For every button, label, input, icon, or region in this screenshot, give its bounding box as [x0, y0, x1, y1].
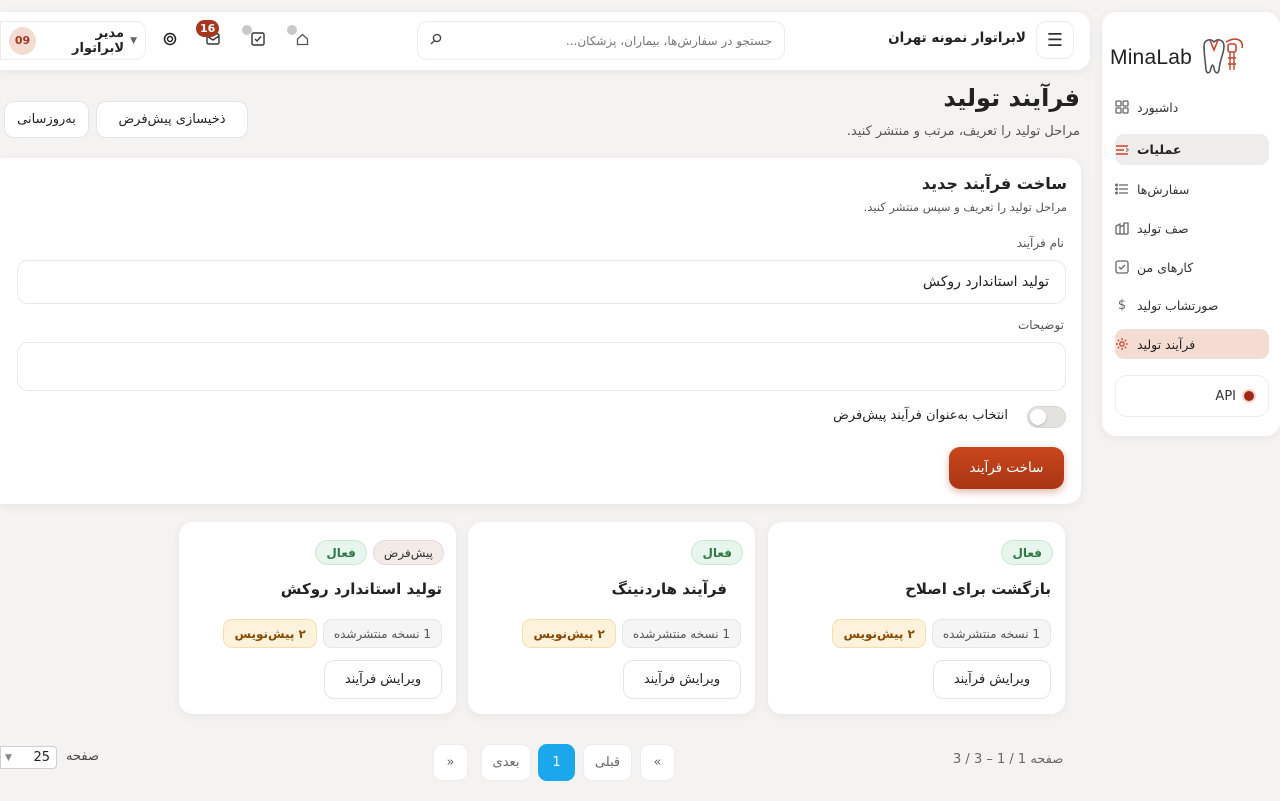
draft-count: ۲ پیش‌نویس [832, 619, 926, 648]
search-icon [430, 33, 442, 48]
target-icon[interactable] [162, 31, 178, 47]
badge-group: پیش‌فرض فعال [315, 540, 444, 565]
published-count: 1 نسخه منتشرشده [621, 619, 741, 648]
home-icon[interactable] [294, 31, 310, 47]
menu-button[interactable]: ☰ [1036, 21, 1074, 59]
sidebar-item-label: سفارش‌ها [1137, 181, 1190, 197]
badge-group: فعال [691, 540, 743, 565]
stats-group: 1 نسخه منتشرشده ۲ پیش‌نویس [522, 619, 741, 648]
per-page-label: صفحه [66, 749, 99, 764]
tasks-icon[interactable] [250, 31, 266, 47]
chevron-down-icon: ▼ [130, 35, 137, 46]
page-title: فرآیند تولید [943, 84, 1080, 112]
avatar: 09 [9, 26, 36, 55]
next-page-button[interactable]: بعدی [481, 744, 531, 781]
toggle-knob [1030, 409, 1046, 425]
form-title: ساخت فرآیند جدید [921, 174, 1067, 193]
edit-process-button[interactable]: ویرایش فرآیند [623, 660, 741, 699]
draft-count: ۲ پیش‌نویس [223, 619, 317, 648]
sidebar-item-label: صف تولید [1137, 220, 1189, 236]
search-input[interactable] [448, 33, 772, 48]
gear-icon [1115, 337, 1129, 351]
prev-page-button[interactable]: قبلی [583, 744, 632, 781]
active-badge: فعال [1001, 540, 1053, 565]
sidebar-item-operations[interactable]: عملیات ‹ [1115, 134, 1269, 165]
status-dot-icon [1244, 391, 1254, 401]
factory-icon [1115, 221, 1129, 235]
page-info: صفحه 1 / 1 – 3 / 3 [953, 752, 1064, 767]
tooth-logo-icon [1203, 38, 1244, 74]
hamburger-icon: ☰ [1046, 29, 1064, 51]
sidebar-item-my-tasks[interactable]: کارهای من [1115, 252, 1269, 282]
default-badge: پیش‌فرض [372, 540, 444, 565]
dollar-icon: $ [1117, 297, 1127, 313]
active-badge: فعال [691, 540, 743, 565]
logo[interactable]: MinaLab [1110, 34, 1260, 82]
default-toggle-label: انتخاب به‌عنوان فرآیند پیش‌فرض [833, 408, 1008, 423]
sidebar-item-label: داشبورد [1137, 99, 1179, 115]
sidebar-item-dashboard[interactable]: داشبورد [1115, 92, 1269, 122]
stats-group: 1 نسخه منتشرشده ۲ پیش‌نویس [832, 619, 1051, 648]
active-badge: فعال [315, 540, 367, 565]
name-label: نام فرآیند [1016, 236, 1064, 250]
process-card: فعال فرآیند هاردنینگ 1 نسخه منتشرشده ۲ پ… [468, 522, 755, 714]
edit-process-button[interactable]: ویرایش فرآیند [933, 660, 1051, 699]
save-default-button[interactable]: ذخیسازی پیش‌فرض [96, 101, 248, 138]
default-toggle[interactable] [1027, 406, 1066, 428]
last-page-button[interactable]: » [433, 744, 468, 781]
process-title: بازگشت برای اصلاح [905, 580, 1051, 598]
user-menu[interactable]: 09 مدیر لابراتوار ▼ [0, 21, 146, 60]
notification-badge: 16 [196, 20, 220, 37]
published-count: 1 نسخه منتشرشده [322, 619, 442, 648]
page-subtitle: مراحل تولید را تعریف، مرتب و منتشر کنید. [846, 124, 1080, 139]
process-name-input[interactable] [17, 260, 1066, 304]
search-box[interactable] [417, 21, 785, 60]
current-page-button[interactable]: 1 [538, 744, 575, 781]
refresh-button[interactable]: به‌روزسانی [4, 101, 89, 138]
check-square-icon [1115, 260, 1129, 274]
sidebar-item-label: عملیات [1137, 142, 1182, 157]
sidebar-item-production-process[interactable]: فرآیند تولید [1115, 329, 1269, 359]
chevron-down-icon: ▼ [5, 752, 12, 763]
per-page-value: 25 [33, 750, 50, 765]
per-page-select[interactable]: ▼ 25 [0, 746, 57, 769]
description-label: توضیحات [1017, 318, 1064, 332]
sidebar-item-label: کارهای من [1137, 259, 1194, 275]
description-input[interactable] [17, 342, 1066, 391]
sidebar-item-label: فرآیند تولید [1137, 336, 1196, 352]
sidebar-item-production-invoice[interactable]: $ صورتشاب تولید [1115, 290, 1269, 320]
logo-text: MinaLab [1110, 46, 1192, 69]
sidebar-item-orders[interactable]: سفارش‌ها [1115, 174, 1269, 204]
list-icon [1115, 182, 1129, 196]
process-title: فرآیند هاردنینگ [611, 580, 727, 598]
stats-group: 1 نسخه منتشرشده ۲ پیش‌نویس [223, 619, 442, 648]
process-card: پیش‌فرض فعال تولید استاندارد روکش 1 نسخه… [179, 522, 456, 714]
create-process-button[interactable]: ساخت فرآیند [949, 447, 1064, 489]
api-label: API [1215, 388, 1236, 404]
process-title: تولید استاندارد روکش [280, 580, 442, 598]
edit-process-button[interactable]: ویرایش فرآیند [324, 660, 442, 699]
process-card: فعال بازگشت برای اصلاح 1 نسخه منتشرشده ۲… [768, 522, 1065, 714]
published-count: 1 نسخه منتشرشده [931, 619, 1051, 648]
api-status[interactable]: API [1115, 375, 1269, 417]
first-page-button[interactable]: « [640, 744, 675, 781]
sidebar-item-label: صورتشاب تولید [1137, 297, 1219, 313]
lab-name: لابراتوار نمونه تهران [888, 30, 1026, 46]
draft-count: ۲ پیش‌نویس [522, 619, 616, 648]
badge-group: فعال [1001, 540, 1053, 565]
chevron-left-icon: ‹ [1125, 143, 1130, 156]
grid-icon [1115, 100, 1129, 114]
sidebar-item-production-queue[interactable]: صف تولید [1115, 213, 1269, 243]
form-subtitle: مراحل تولید را تعریف و سپس منتشر کنید. [863, 200, 1067, 214]
user-name: مدیر لابراتوار [72, 25, 125, 56]
